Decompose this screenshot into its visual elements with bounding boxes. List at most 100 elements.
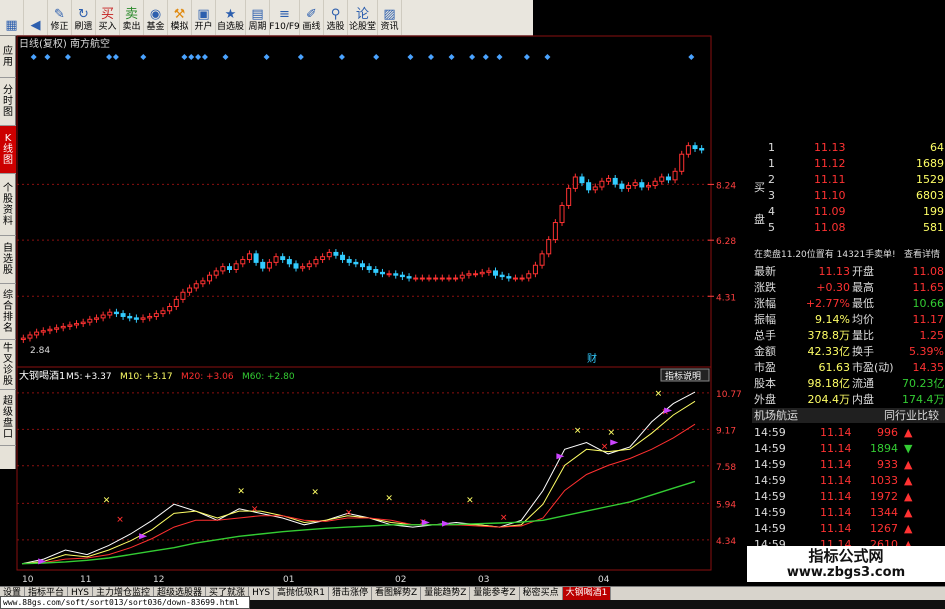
candle-body: [699, 148, 705, 151]
candle-body: [360, 263, 365, 268]
cai-badge[interactable]: 财: [587, 352, 597, 365]
candle-body: [672, 170, 678, 181]
candle-body: [326, 251, 332, 258]
cross-signal-mark: ✕: [251, 505, 259, 515]
candle-body: [552, 222, 558, 241]
order-book-row: 4 11.09 199: [752, 204, 945, 219]
candle-body: [413, 277, 419, 280]
bottom-tab-10[interactable]: 量能趋势Z: [421, 587, 471, 600]
tick-price: 11.14: [820, 490, 852, 503]
watermark-url: www.zbgs3.com: [786, 565, 906, 580]
order-volume: 581: [923, 221, 944, 234]
tick-volume: 1344: [870, 506, 898, 519]
candle-body: [60, 325, 66, 329]
order-price: 11.13: [814, 141, 846, 154]
order-price: 11.11: [814, 173, 846, 186]
stats-row: 金额 42.33亿 换手 5.39%: [752, 344, 945, 359]
buy-side-char-1: 买: [754, 181, 765, 194]
candle-body: [592, 186, 598, 191]
main-axis-tick-label: 6.28: [716, 237, 736, 247]
candle-body: [153, 313, 159, 317]
down-arrow-icon: ▼: [904, 442, 913, 455]
big-order-notice[interactable]: 在卖盘11.20位置有 14321手 卖单! 查看详情: [752, 248, 945, 263]
main-chart-stock-name: 南方航空: [70, 37, 110, 50]
candle-body: [493, 270, 499, 276]
stat-value: 1.25: [919, 329, 945, 342]
order-book-row: 3 11.10 6803: [752, 188, 945, 203]
order-book-row: 5 11.08 581: [752, 220, 945, 235]
candle-body: [293, 263, 299, 269]
tab-compare[interactable]: 同行业比较: [884, 408, 939, 423]
order-volume: 1689: [916, 157, 944, 170]
order-level: 5: [768, 221, 775, 234]
candle-body: [80, 321, 86, 325]
stat-key: 量比: [852, 329, 874, 342]
candle-body: [173, 298, 179, 307]
candle-body: [433, 277, 439, 280]
order-volume: 199: [923, 205, 944, 218]
order-price: 11.08: [814, 221, 846, 234]
bottom-tab-12[interactable]: 秘密买点: [520, 587, 563, 600]
candle-body: [286, 259, 292, 265]
candle-body: [679, 153, 685, 172]
tab-industry[interactable]: 机场航运: [754, 408, 798, 423]
stat-value: 5.39%: [909, 345, 944, 358]
x-axis-label: 04: [598, 575, 610, 585]
candle-body: [87, 318, 93, 323]
candle-body: [439, 277, 445, 280]
cross-signal-mark: ✕: [574, 426, 582, 436]
indicator-axis-tick-label: 9.17: [716, 426, 736, 436]
candle-body: [446, 277, 452, 280]
x-axis-label: 01: [283, 575, 294, 585]
indicator-axis-tick-label: 5.94: [716, 500, 736, 510]
stats-row: 市盈 61.63 市盈(动) 14.35: [752, 360, 945, 375]
bottom-tab-9[interactable]: 看图解势Z: [372, 587, 422, 600]
candle-body: [406, 276, 412, 279]
candle-body: [167, 306, 173, 312]
candle-body: [692, 145, 698, 150]
candle-body: [645, 185, 651, 188]
bottom-tab-7[interactable]: 高抛低吸R1: [274, 587, 330, 600]
tick-time: 14:59: [754, 474, 786, 487]
candle-body: [313, 259, 319, 265]
tick-volume: 1267: [870, 522, 898, 535]
bottom-tab-11[interactable]: 量能参考Z: [470, 587, 520, 600]
candle-body: [626, 185, 632, 189]
indicator-name: 大钢喝酒1: [19, 369, 65, 382]
big-order-sell: 卖单!: [874, 250, 896, 260]
candle-body: [306, 263, 312, 268]
stats-row: 振幅 9.14% 均价 11.17: [752, 312, 945, 327]
up-arrow-icon: ▲: [904, 522, 913, 535]
tick-price: 11.14: [820, 442, 852, 455]
stat-key: 换手: [852, 345, 874, 358]
candle-body: [566, 187, 572, 206]
main-chart-frame: [16, 35, 712, 368]
tick-price: 11.14: [820, 522, 852, 535]
stat-key: 流通: [852, 377, 874, 390]
candle-body: [240, 259, 246, 265]
order-level: 2: [768, 173, 775, 186]
candle-body: [526, 273, 532, 279]
order-book-row: 2 11.11 1529: [752, 172, 945, 187]
stat-value: 42.33亿: [807, 345, 851, 358]
bottom-tab-6[interactable]: HYS: [249, 587, 275, 600]
tick-volume: 996: [877, 426, 898, 439]
tick-time: 14:59: [754, 426, 786, 439]
stat-value: 174.4万: [902, 393, 945, 406]
stat-key: 市盈(动): [852, 361, 894, 374]
candle-body: [399, 274, 405, 278]
candle-body: [473, 273, 479, 276]
candle-body: [612, 177, 618, 185]
tick-row: 14:59 11.14 996 ▲: [752, 425, 945, 440]
candle-body: [133, 317, 139, 320]
url-bar: www.88gs.com/soft/sort013/sort036/down-8…: [0, 596, 250, 609]
order-level: 1: [768, 157, 775, 170]
bottom-tab-8[interactable]: 猎击涨停: [329, 587, 373, 600]
main-chart-period-label[interactable]: 日线(复权): [19, 37, 67, 50]
cross-signal-mark: ✕: [500, 513, 508, 523]
stat-key: 涨幅: [754, 297, 776, 310]
cross-signal-mark: ✕: [601, 442, 609, 452]
bottom-tab-13[interactable]: 大钢喝酒1: [562, 587, 612, 600]
candle-body: [333, 251, 339, 256]
candle-body: [140, 317, 146, 320]
